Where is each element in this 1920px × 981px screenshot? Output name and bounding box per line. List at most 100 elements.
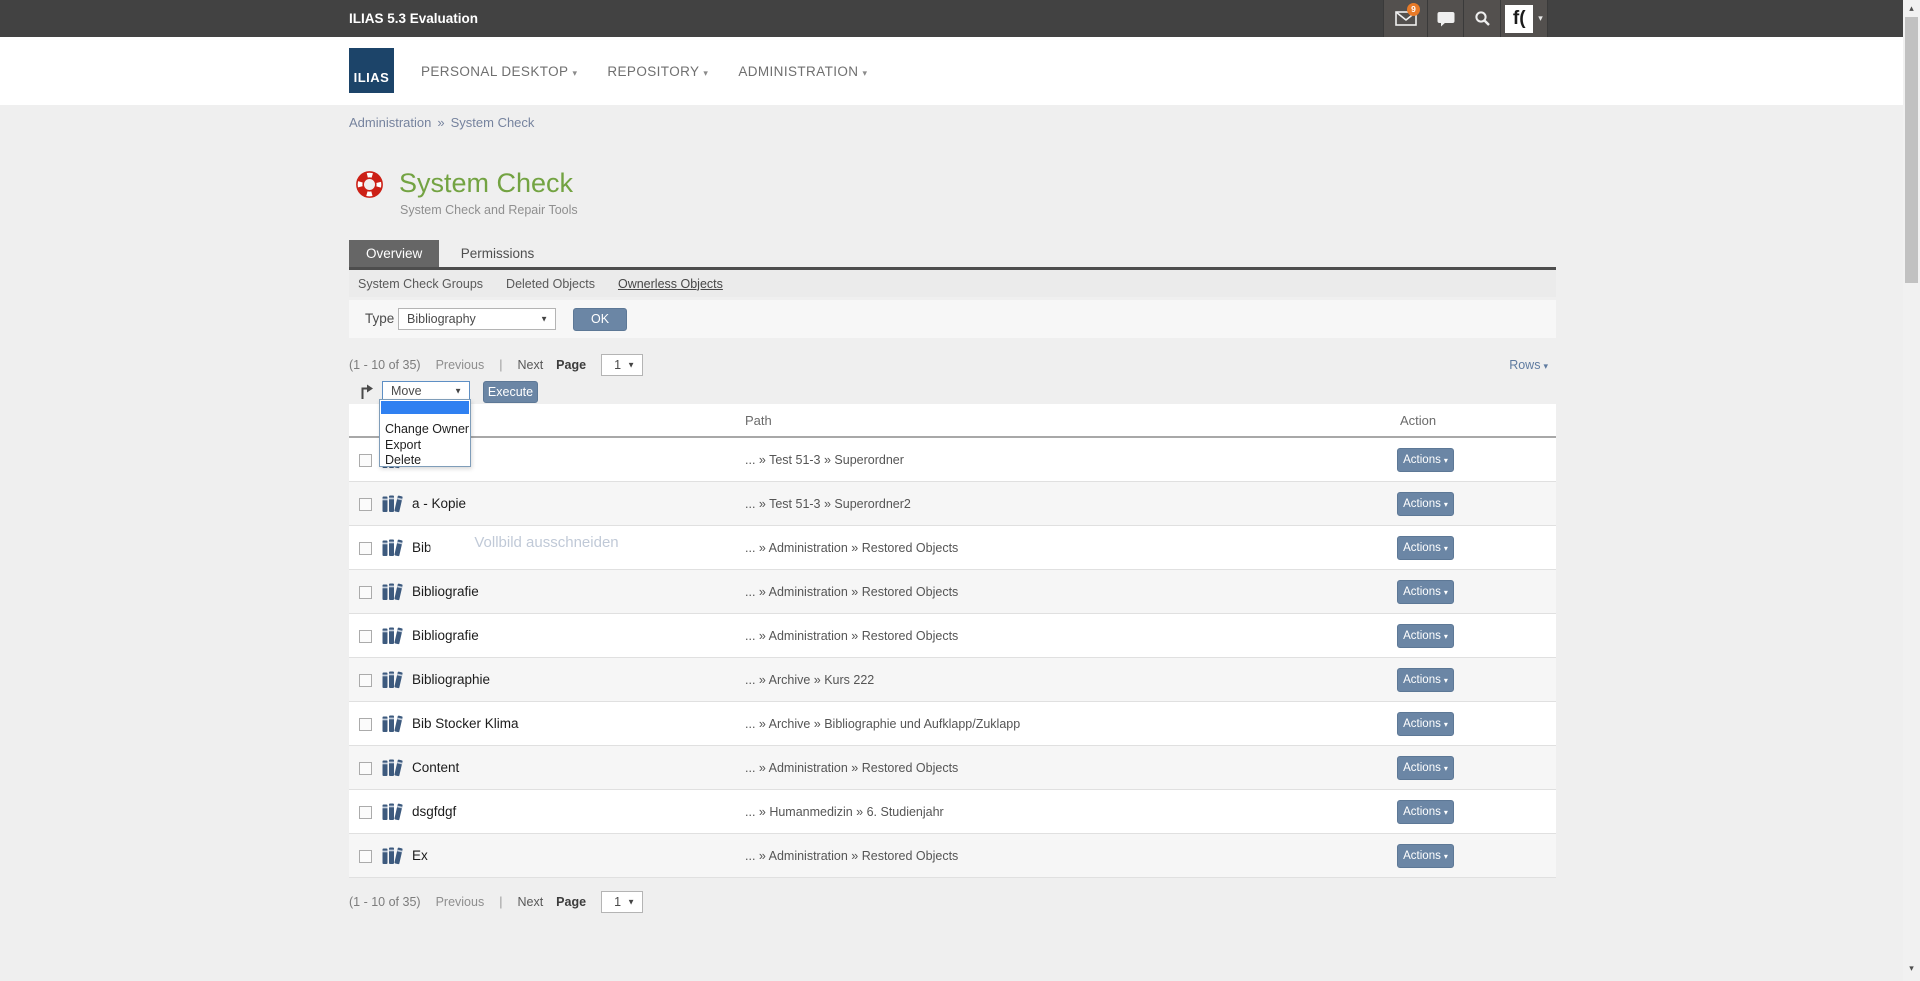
scrollbar-down-button[interactable]: ▾ (1903, 961, 1920, 976)
subtab-ownerless-objects[interactable]: Ownerless Objects (618, 277, 723, 291)
row-actions-button[interactable]: Actions▾ (1397, 844, 1454, 868)
caret-down-icon: ▾ (1444, 456, 1448, 465)
row-actions-button[interactable]: Actions▾ (1397, 536, 1454, 560)
scrollbar-thumb[interactable] (1905, 17, 1918, 283)
row-title[interactable]: Bib (412, 526, 432, 570)
dropdown-option-export[interactable]: Export (380, 438, 470, 454)
bibliography-icon (382, 627, 405, 645)
menu-administration[interactable]: ADMINISTRATION▾ (738, 64, 867, 79)
caret-down-icon: ▾ (1444, 632, 1448, 641)
row-checkbox[interactable] (359, 850, 372, 863)
page-title: System Check (399, 168, 573, 199)
caret-down-icon: ▾ (1444, 676, 1448, 685)
row-checkbox[interactable] (359, 630, 372, 643)
type-filter-row: Type Bibliography ▼ OK (349, 300, 1556, 338)
previous-link[interactable]: Previous (436, 895, 485, 909)
row-actions-button[interactable]: Actions▾ (1397, 580, 1454, 604)
row-actions-button[interactable]: Actions▾ (1397, 492, 1454, 516)
subtab-bar: System Check Groups Deleted Objects Owne… (349, 270, 1556, 297)
top-bar: ILIAS 5.3 Evaluation 9 f( ▾ (0, 0, 1920, 37)
caret-down-icon: ▾ (1444, 808, 1448, 817)
row-checkbox[interactable] (359, 454, 372, 467)
caret-down-icon: ▾ (572, 68, 577, 78)
menu-repository[interactable]: REPOSITORY▾ (607, 64, 708, 79)
row-actions-button[interactable]: Actions▾ (1397, 756, 1454, 780)
table-header: Path Action (349, 404, 1556, 438)
tab-permissions[interactable]: Permissions (444, 240, 552, 267)
table-row: Content ... » Administration » Restored … (349, 746, 1556, 790)
row-actions-button[interactable]: Actions▾ (1397, 668, 1454, 692)
caret-down-icon: ▾ (862, 68, 867, 78)
row-checkbox[interactable] (359, 586, 372, 599)
row-checkbox[interactable] (359, 718, 372, 731)
system-check-icon (356, 171, 383, 198)
scrollbar[interactable]: ▴ ▾ (1903, 0, 1920, 981)
bibliography-icon (382, 671, 405, 689)
execute-button[interactable]: Execute (483, 381, 538, 403)
dropdown-option-selected[interactable] (381, 401, 469, 414)
rows-dropdown[interactable]: Rows▾ (1509, 352, 1548, 379)
breadcrumb-system-check[interactable]: System Check (451, 115, 535, 130)
row-checkbox[interactable] (359, 498, 372, 511)
row-title[interactable]: dsgfdgf (412, 790, 456, 834)
result-range: (1 - 10 of 35) (349, 358, 421, 372)
row-checkbox[interactable] (359, 806, 372, 819)
type-label: Type (365, 300, 394, 338)
user-menu-button[interactable]: f( ▾ (1500, 0, 1548, 37)
row-checkbox[interactable] (359, 542, 372, 555)
column-header-action: Action (1400, 404, 1436, 438)
row-title[interactable]: Content (412, 746, 459, 790)
breadcrumb-administration[interactable]: Administration (349, 115, 431, 130)
row-title[interactable]: Bibliographie (412, 658, 490, 702)
row-checkbox[interactable] (359, 762, 372, 775)
next-link[interactable]: Next (517, 895, 543, 909)
ilias-logo[interactable]: ILIAS (349, 48, 394, 93)
previous-link[interactable]: Previous (436, 358, 485, 372)
mail-button[interactable]: 9 (1383, 0, 1427, 37)
scrollbar-up-button[interactable]: ▴ (1903, 1, 1920, 16)
dropdown-option-delete[interactable]: Delete (380, 453, 470, 469)
bibliography-icon (382, 495, 405, 513)
caret-down-icon: ▾ (1538, 13, 1543, 24)
table-row: dsgfdgf ... » Humanmedizin » 6. Studienj… (349, 790, 1556, 834)
breadcrumb-separator: » (437, 115, 444, 130)
row-title[interactable]: Ex (412, 834, 428, 878)
table-body: ... » Test 51-3 » Superordner Actions▾ a… (349, 438, 1556, 878)
row-title[interactable]: Bibliografie (412, 570, 479, 614)
bibliography-icon (382, 539, 405, 557)
caret-down-icon: ▾ (1444, 544, 1448, 553)
row-title[interactable]: Bib Stocker Klima (412, 702, 519, 746)
row-path: ... » Test 51-3 » Superordner (745, 438, 904, 482)
chat-button[interactable] (1427, 0, 1463, 37)
page-select[interactable]: 1 ▼ (601, 354, 643, 376)
page-subtitle: System Check and Repair Tools (400, 203, 578, 217)
row-actions-button[interactable]: Actions▾ (1397, 448, 1454, 472)
row-title[interactable]: Bibliografie (412, 614, 479, 658)
ok-button[interactable]: OK (573, 308, 627, 331)
row-actions-button[interactable]: Actions▾ (1397, 712, 1454, 736)
menu-personal-desktop[interactable]: PERSONAL DESKTOP▾ (421, 64, 577, 79)
column-header-path[interactable]: Path (745, 404, 772, 438)
row-title[interactable]: a - Kopie (412, 482, 466, 526)
type-select[interactable]: Bibliography ▼ (398, 308, 556, 330)
row-actions-button[interactable]: Actions▾ (1397, 800, 1454, 824)
tab-overview[interactable]: Overview (349, 240, 439, 267)
app-title: ILIAS 5.3 Evaluation (349, 0, 478, 37)
dropdown-option-change-owner[interactable]: Change Owner (380, 422, 470, 438)
row-checkbox[interactable] (359, 674, 372, 687)
search-button[interactable] (1463, 0, 1500, 37)
main-menu: PERSONAL DESKTOP▾ REPOSITORY▾ ADMINISTRA… (421, 37, 867, 105)
page-select[interactable]: 1 ▼ (601, 891, 643, 913)
table-row: Bibliografie ... » Administration » Rest… (349, 614, 1556, 658)
subtab-system-check-groups[interactable]: System Check Groups (358, 277, 483, 291)
subtab-deleted-objects[interactable]: Deleted Objects (506, 277, 595, 291)
topbar-icons: 9 f( ▾ (1383, 0, 1548, 37)
bulk-action-select[interactable]: Move ▼ (382, 381, 470, 401)
bibliography-icon (382, 759, 405, 777)
next-link[interactable]: Next (517, 358, 543, 372)
row-path: ... » Administration » Restored Objects (745, 746, 958, 790)
row-actions-button[interactable]: Actions▾ (1397, 624, 1454, 648)
row-path: ... » Humanmedizin » 6. Studienjahr (745, 790, 944, 834)
caret-down-icon: ▼ (454, 387, 462, 396)
table-row: Bib ... » Administration » Restored Obje… (349, 526, 1556, 570)
